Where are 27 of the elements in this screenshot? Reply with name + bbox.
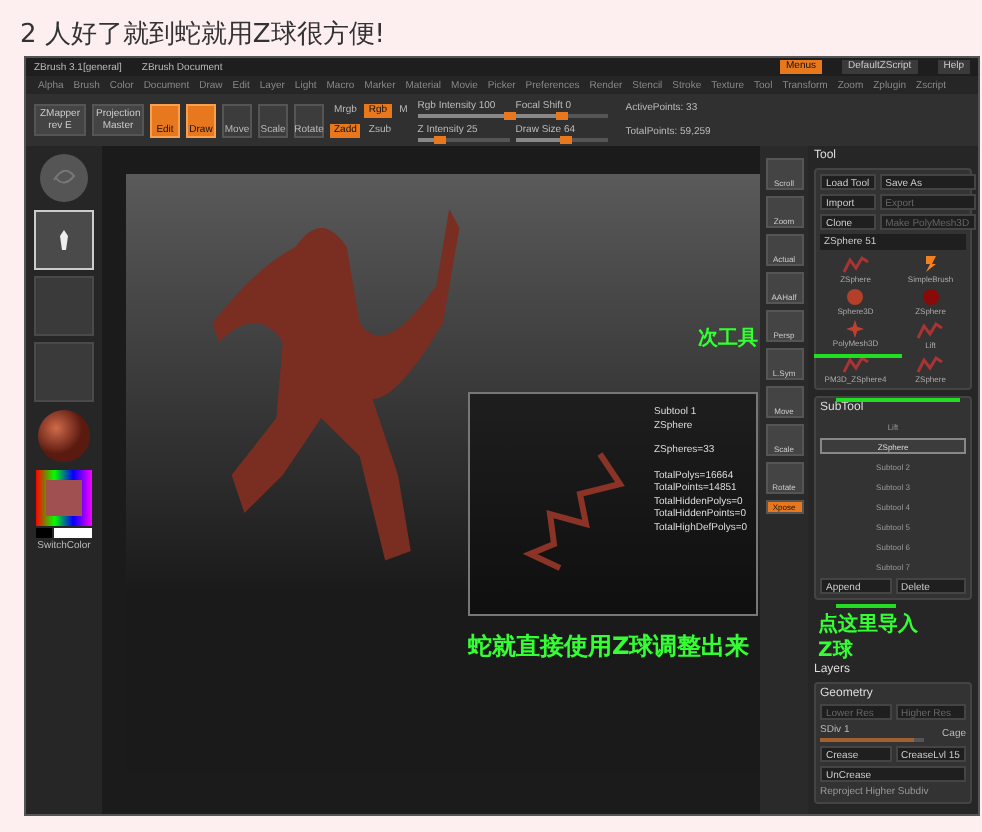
brush-sphere-icon[interactable] [38,152,90,204]
zsphere-chain-icon [916,354,945,374]
post-heading: 2 人好了就到蛇就用Z球很方便! [18,18,388,52]
annotation-line [836,604,896,608]
color-picker[interactable] [36,470,92,538]
empty-thumbnail[interactable] [34,276,94,336]
annotation-line [836,398,960,402]
annotation-text: 点这里导入 [818,610,918,638]
slider-thumb[interactable] [503,111,516,119]
zsphere-chain-icon [841,254,870,274]
slider-thumb[interactable] [434,135,447,143]
star-icon [846,320,865,338]
zsphere-chain-icon [916,320,945,340]
empty-thumbnail[interactable] [34,342,94,402]
stroke-thumbnail[interactable] [34,210,94,270]
material-sphere-icon[interactable] [36,408,92,464]
zsphere-chain-icon [841,354,870,374]
ball-icon [921,288,940,306]
annotation-line [814,354,902,358]
slider-thumb[interactable] [560,135,573,143]
brush-icon [922,254,939,274]
annotation-text: 蛇就直接使用Z球调整出来 [468,630,750,664]
annotation-text: Z球 [818,637,853,663]
annotation-text: 次工具 [698,325,758,352]
slider-thumb[interactable] [555,111,568,119]
sphere-icon [846,288,865,306]
figure-icon [58,230,70,250]
